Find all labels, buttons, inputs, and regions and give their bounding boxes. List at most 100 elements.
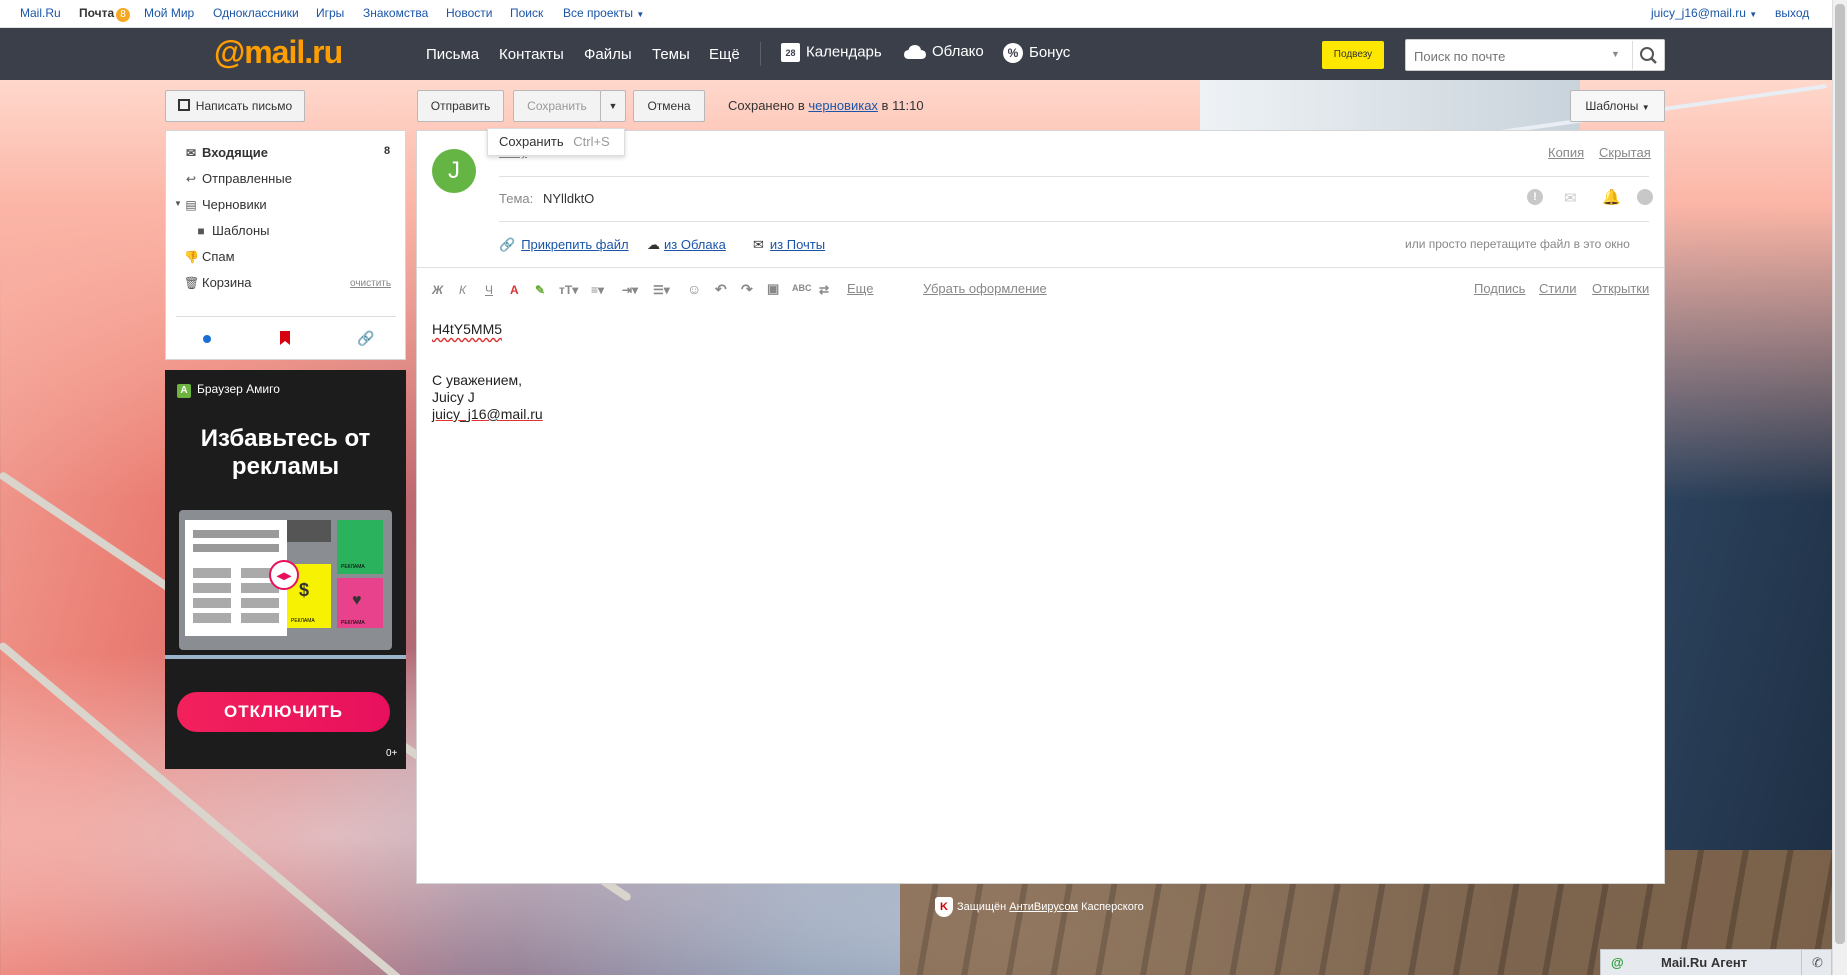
bell-icon[interactable]: 🔔 <box>1602 188 1621 206</box>
nav-files[interactable]: Файлы <box>584 46 632 63</box>
kaspersky-shield-icon: K <box>935 897 953 917</box>
nav-letters[interactable]: Письма <box>426 46 479 63</box>
search-button[interactable] <box>1632 41 1664 69</box>
amigo-promo-banner[interactable]: A Браузер Амиго Избавьтесь от рекламы РЕК… <box>165 370 406 769</box>
templates-button[interactable]: Шаблоны ▼ <box>1570 90 1665 122</box>
drafts-link[interactable]: черновиках <box>808 98 878 113</box>
mail-count-badge: 8 <box>116 8 130 22</box>
promo-disable-button[interactable]: ОТКЛЮЧИТЬ <box>177 692 390 732</box>
nav-themes[interactable]: Темы <box>652 46 690 63</box>
folder-spam[interactable]: 👎 Спам <box>184 249 235 264</box>
font-size-icon[interactable]: тT▾ <box>559 283 578 297</box>
nav-cloud[interactable]: Облако <box>904 43 984 60</box>
list-icon[interactable]: ☰▾ <box>653 283 670 297</box>
signature-link[interactable]: Подпись <box>1474 281 1525 296</box>
chevron-down-icon: ▼ <box>1749 10 1758 19</box>
swap-arrows-icon: ◂▸ <box>269 560 299 590</box>
styles-link[interactable]: Стили <box>1539 281 1576 296</box>
attachment-filter-icon[interactable]: 🔗 <box>357 330 374 347</box>
topbar-link-search[interactable]: Поиск <box>510 6 543 20</box>
topbar-link-mailru[interactable]: Mail.Ru <box>20 6 61 20</box>
more-format-link[interactable]: Еще <box>847 281 873 296</box>
sent-icon: ↩ <box>185 172 197 186</box>
topbar-link-mail[interactable]: Почта 8 <box>79 6 130 22</box>
agent-label: Mail.Ru Агент <box>1661 955 1748 970</box>
portal-topbar: Mail.Ru Почта 8 Мой Мир Одноклассники Игр… <box>0 0 1832 28</box>
agent-at-icon: @ <box>1611 955 1624 970</box>
search-input[interactable] <box>1414 46 1604 66</box>
mailru-agent-bar[interactable]: @ Mail.Ru Агент ✆ <box>1600 949 1832 975</box>
notify-icon[interactable]: ✉ <box>1564 189 1577 207</box>
attach-from-mail-link[interactable]: ✉ из Почты <box>753 237 825 253</box>
folder-sent[interactable]: ↩ Отправленные <box>184 171 292 186</box>
subject-input[interactable]: NYlldktO <box>543 191 594 206</box>
folder-templates[interactable]: ■ Шаблоны <box>194 223 269 238</box>
topbar-link-news[interactable]: Новости <box>446 6 492 20</box>
search-options-chevron-icon[interactable]: ▼ <box>1611 49 1620 59</box>
emoji-icon[interactable]: ☺ <box>687 281 701 297</box>
drag-hint: или просто перетащите файл в это окно <box>1405 237 1630 251</box>
send-button[interactable]: Отправить <box>417 90 504 122</box>
antivirus-link[interactable]: АнтиВирусом <box>1009 901 1078 913</box>
save-tooltip: Сохранить Ctrl+S <box>487 128 625 156</box>
bold-icon[interactable]: Ж <box>432 283 443 297</box>
body-line: juicy_j16@mail.ru <box>432 406 543 422</box>
topbar-link-all-projects[interactable]: Все проекты ▼ <box>563 6 644 20</box>
translate-icon[interactable]: ⇄ <box>819 283 829 297</box>
indent-icon[interactable]: ⇥▾ <box>622 283 638 297</box>
sender-avatar: J <box>432 149 476 193</box>
user-account-menu[interactable]: juicy_j16@mail.ru ▼ <box>1651 6 1757 20</box>
compose-icon <box>177 99 190 111</box>
underline-icon[interactable]: Ч <box>485 283 493 297</box>
page-scrollbar[interactable] <box>1832 0 1847 975</box>
image-icon[interactable]: ▣ <box>767 281 779 297</box>
clock-icon[interactable] <box>1637 189 1653 205</box>
bcc-link[interactable]: Скрытая <box>1599 145 1651 160</box>
align-icon[interactable]: ≡▾ <box>591 283 604 297</box>
folder-inbox[interactable]: ✉ Входящие 8 <box>184 145 390 160</box>
nav-more[interactable]: Ещё <box>709 46 740 63</box>
undo-icon[interactable]: ↶ <box>715 281 727 298</box>
topbar-link-dating[interactable]: Знакомства <box>363 6 428 20</box>
clear-trash-link[interactable]: очистить <box>350 278 391 289</box>
message-body-editor[interactable]: H4tY5MM5 С уважением, Juicy J juicy_j16@… <box>432 321 1642 861</box>
italic-icon[interactable]: К <box>459 283 466 297</box>
attach-file-link[interactable]: 🔗 Прикрепить файл <box>499 237 629 253</box>
spellcheck-icon[interactable]: ABC <box>792 283 812 293</box>
unread-filter-icon[interactable] <box>203 335 211 343</box>
cc-link[interactable]: Копия <box>1548 145 1584 160</box>
folder-trash[interactable]: 🗑 Корзина <box>184 275 252 290</box>
flag-filter-icon[interactable] <box>279 330 291 346</box>
topbar-link-myworld[interactable]: Мой Мир <box>144 6 194 20</box>
save-options-chevron-icon[interactable]: ▼ <box>600 90 626 122</box>
nav-calendar[interactable]: 28 Календарь <box>781 43 882 62</box>
folder-drafts[interactable]: ▤ Черновики <box>184 197 266 212</box>
mail-header: @mail.ru Письма Контакты Файлы Темы Ещё … <box>0 28 1832 80</box>
phone-icon[interactable]: ✆ <box>1801 950 1833 975</box>
highlight-icon[interactable]: ✎ <box>535 283 545 297</box>
importance-icon[interactable]: ! <box>1527 189 1543 205</box>
chevron-down-icon: ▼ <box>1641 103 1650 112</box>
collapse-arrow-icon[interactable]: ▼ <box>174 199 182 208</box>
logout-link[interactable]: выход <box>1775 6 1809 20</box>
nav-contacts[interactable]: Контакты <box>499 46 564 63</box>
to-field-underline[interactable] <box>499 176 1649 177</box>
topbar-link-games[interactable]: Игры <box>316 6 344 20</box>
nav-bonus[interactable]: % Бонус <box>1003 43 1070 63</box>
promo-badge-podvezu[interactable]: Подвезу <box>1322 41 1384 69</box>
redo-icon[interactable]: ↷ <box>741 281 753 298</box>
background-sail <box>1200 80 1580 130</box>
compose-button[interactable]: Написать письмо <box>165 90 305 122</box>
topbar-link-ok[interactable]: Одноклассники <box>213 6 299 20</box>
scrollbar-thumb[interactable] <box>1835 4 1845 944</box>
save-button[interactable]: Сохранить <box>513 90 601 122</box>
promo-illustration: РЕКЛАМА $ РЕКЛАМА ♥ РЕКЛАМА ◂▸ <box>179 510 392 650</box>
body-line: Juicy J <box>432 389 475 405</box>
remove-format-link[interactable]: Убрать оформление <box>923 281 1047 296</box>
promo-headline: Избавьтесь от рекламы <box>200 425 371 480</box>
text-color-icon[interactable]: A <box>510 283 519 297</box>
mailru-logo[interactable]: @mail.ru <box>214 34 343 71</box>
attach-from-cloud-link[interactable]: ☁ из Облака <box>647 237 726 253</box>
cancel-button[interactable]: Отмена <box>633 90 705 122</box>
postcards-link[interactable]: Открытки <box>1592 281 1649 296</box>
